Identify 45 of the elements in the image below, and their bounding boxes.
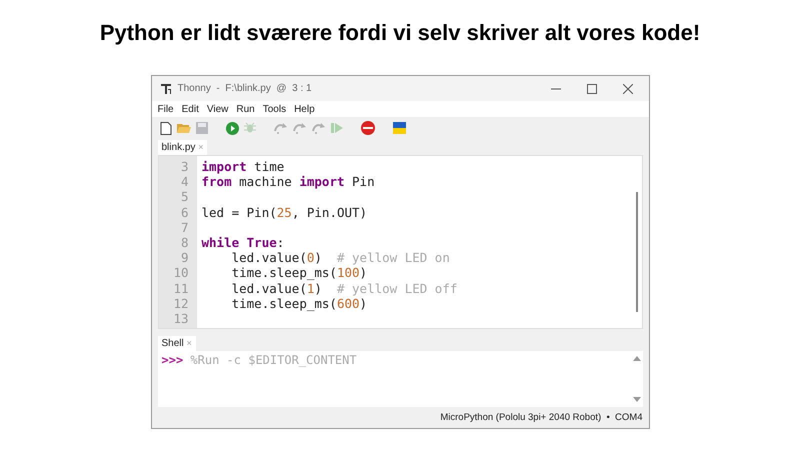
code-line: time.sleep_ms(600) bbox=[230, 296, 368, 311]
close-icon[interactable] bbox=[622, 84, 632, 94]
status-text[interactable]: MicroPython (Pololu 3pi+ 2040 Robot) • COM4 bbox=[440, 412, 642, 423]
scrollbar-thumb[interactable] bbox=[636, 192, 638, 312]
line-number: 3 bbox=[180, 159, 190, 174]
line-number: 7 bbox=[180, 220, 190, 235]
line-number: 11 bbox=[172, 280, 190, 296]
stop-sign-icon[interactable] bbox=[360, 121, 374, 135]
run-icon[interactable] bbox=[226, 122, 238, 134]
code-line: led.value(1) # yellow LED off bbox=[230, 280, 458, 296]
editor-tab[interactable]: blink.py × bbox=[158, 140, 208, 155]
shell-command: %Run -c $EDITOR_CONTENT bbox=[190, 353, 357, 367]
app-logo-icon bbox=[160, 82, 172, 94]
shell-prompt: >>> bbox=[162, 353, 184, 367]
code-line: led = Pin(25, Pin.OUT) bbox=[202, 204, 368, 220]
shell-panel[interactable]: >>> %Run -c $EDITOR_CONTENT bbox=[158, 351, 642, 407]
new-file-icon[interactable] bbox=[160, 122, 172, 134]
menu-item[interactable]: File bbox=[158, 104, 174, 114]
code-editor[interactable]: 3 4 5 6 7 8 9 10 11 12 13 import time from machine import Pin led = Pin(25, Pin.OUT) while True: led.value(0) # yellow LED on time.sleep_ms(100) led.value(1) # yellow LED off time.sleep_ms(600) bbox=[158, 155, 642, 329]
menu-item[interactable]: Run bbox=[236, 104, 255, 114]
menu-item[interactable]: View bbox=[206, 104, 228, 114]
scroll-up-icon[interactable] bbox=[632, 356, 640, 361]
maximize-icon[interactable] bbox=[586, 84, 596, 94]
flag-icon[interactable] bbox=[392, 122, 406, 134]
menu-item[interactable]: Tools bbox=[262, 104, 286, 114]
line-number: 6 bbox=[180, 204, 190, 220]
slide-heading: Python er lidt sværere fordi vi selv skriver alt vores kode! bbox=[100, 20, 700, 47]
menu-item[interactable]: Help bbox=[294, 104, 315, 114]
scroll-down-icon[interactable] bbox=[632, 397, 640, 402]
menu-item[interactable]: Edit bbox=[182, 104, 199, 114]
line-number: 5 bbox=[180, 189, 190, 205]
code-line: led.value(0) # yellow LED on bbox=[230, 250, 450, 266]
shell-tab[interactable]: Shell × bbox=[158, 336, 196, 351]
line-number: 10 bbox=[172, 265, 190, 280]
code-line: import time bbox=[202, 159, 284, 174]
window-title: Thonny - F:\blink.py @ 3 : 1 bbox=[178, 83, 312, 94]
code-line: while True: bbox=[202, 234, 284, 250]
line-number: 8 bbox=[180, 234, 190, 250]
line-number: 13 bbox=[172, 310, 190, 326]
code-line: time.sleep_ms(100) bbox=[230, 265, 368, 280]
line-number: 12 bbox=[172, 296, 190, 311]
line-number: 9 bbox=[180, 250, 190, 266]
folder-icon[interactable] bbox=[176, 122, 190, 134]
code-line: from machine import Pin bbox=[202, 174, 375, 190]
line-number: 4 bbox=[180, 174, 190, 190]
